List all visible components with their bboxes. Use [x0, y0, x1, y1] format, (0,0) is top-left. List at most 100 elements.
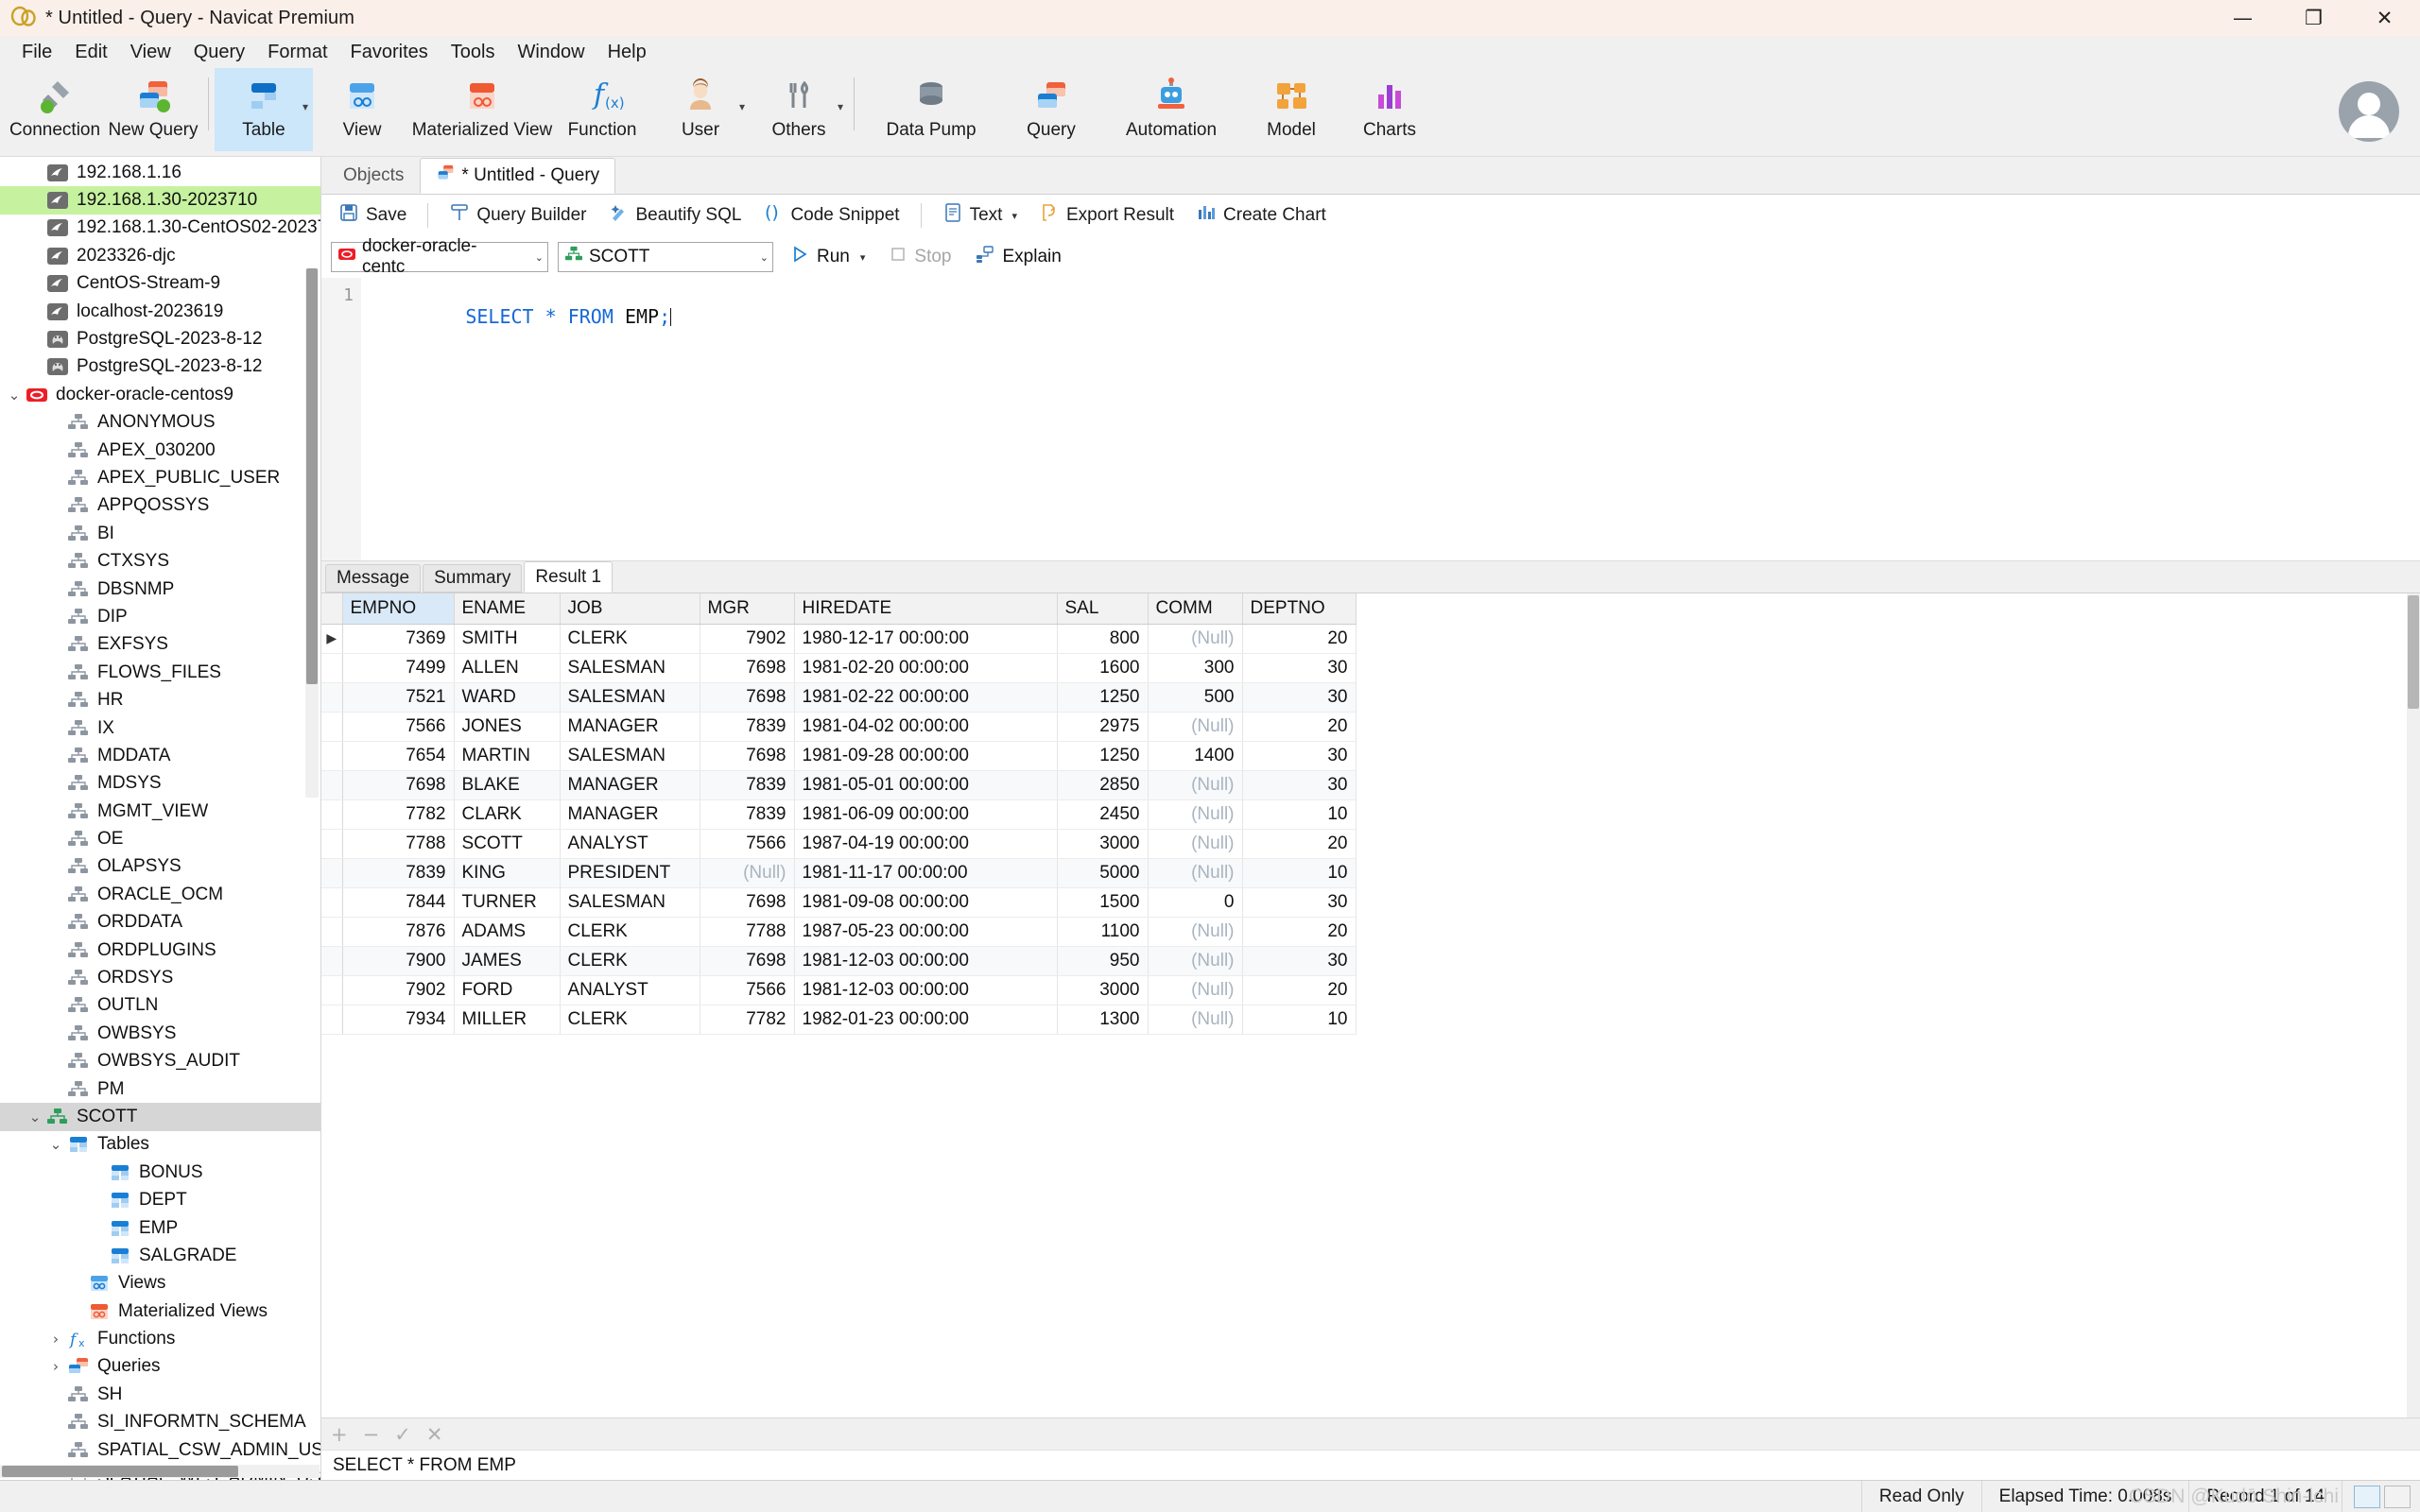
cell-deptno[interactable]: 20	[1242, 917, 1357, 947]
tab-message[interactable]: Message	[325, 564, 422, 593]
chevron-down-icon[interactable]: ⌄	[25, 1108, 45, 1125]
tree-item-appqossys[interactable]: APPQOSSYS	[0, 492, 320, 520]
cell-hiredate[interactable]: 1981-02-20 00:00:00	[794, 653, 1058, 683]
table-row[interactable]: ▶ 7369 SMITH CLERK 7902 1980-12-17 00:00:00 80…	[321, 624, 1357, 654]
cell-comm[interactable]: (Null)	[1148, 975, 1243, 1005]
add-record-button[interactable]: +	[331, 1423, 348, 1446]
cell-empno[interactable]: 7698	[342, 770, 455, 800]
cell-deptno[interactable]: 10	[1242, 799, 1357, 830]
chevron-down-icon[interactable]: ▾	[739, 100, 745, 113]
create-chart-button[interactable]: Create Chart	[1186, 198, 1336, 232]
cell-mgr[interactable]: 7698	[700, 653, 795, 683]
grid-view-button[interactable]	[2354, 1485, 2380, 1508]
tree-item-salgrade[interactable]: SALGRADE	[0, 1242, 320, 1269]
menu-query[interactable]: Query	[183, 39, 255, 65]
cell-comm[interactable]: 300	[1148, 653, 1243, 683]
chevron-down-icon[interactable]: ⌄	[45, 1136, 66, 1153]
cell-empno[interactable]: 7900	[342, 946, 455, 976]
tree-item-emp[interactable]: EMP	[0, 1214, 320, 1242]
menu-edit[interactable]: Edit	[64, 39, 117, 65]
table-row[interactable]: 7698 BLAKE MANAGER 7839 1981-05-01 00:00:00 2…	[321, 770, 1357, 800]
cell-hiredate[interactable]: 1981-05-01 00:00:00	[794, 770, 1058, 800]
cell-mgr[interactable]: 7698	[700, 946, 795, 976]
cell-ename[interactable]: TURNER	[454, 887, 561, 918]
tree-item-owbsys-audit[interactable]: OWBSYS_AUDIT	[0, 1048, 320, 1075]
tree-item-materialized-views[interactable]: Materialized Views	[0, 1297, 320, 1325]
cell-deptno[interactable]: 20	[1242, 712, 1357, 742]
sidebar-hscroll-thumb[interactable]	[2, 1466, 238, 1477]
chevron-down-icon[interactable]: ▾	[860, 251, 866, 264]
delete-record-button[interactable]: −	[363, 1423, 380, 1446]
cell-hiredate[interactable]: 1981-04-02 00:00:00	[794, 712, 1058, 742]
toolbar-connection[interactable]: Connection	[6, 68, 104, 151]
cell-ename[interactable]: SCOTT	[454, 829, 561, 859]
tree-item-postgresql-2023-8-12[interactable]: PostgreSQL-2023-8-12	[0, 325, 320, 352]
tree-item-bonus[interactable]: BONUS	[0, 1159, 320, 1186]
tree-item-outln[interactable]: OUTLN	[0, 992, 320, 1020]
tree-item-dbsnmp[interactable]: DBSNMP	[0, 576, 320, 603]
column-header-mgr[interactable]: MGR	[700, 593, 795, 625]
cell-deptno[interactable]: 30	[1242, 770, 1357, 800]
chevron-down-icon[interactable]: ⌄	[751, 251, 769, 264]
tree-item-localhost-2023619[interactable]: localhost-2023619	[0, 298, 320, 325]
export-result-button[interactable]: Export Result	[1029, 198, 1184, 232]
table-row[interactable]: 7934 MILLER CLERK 7782 1982-01-23 00:00:00 13…	[321, 1005, 1357, 1035]
tree-item-tables[interactable]: ⌄ Tables	[0, 1131, 320, 1159]
cell-deptno[interactable]: 10	[1242, 858, 1357, 888]
table-row[interactable]: 7782 CLARK MANAGER 7839 1981-06-09 00:00:00 2…	[321, 799, 1357, 830]
column-header-comm[interactable]: COMM	[1148, 593, 1243, 625]
column-header-hiredate[interactable]: HIREDATE	[794, 593, 1058, 625]
toolbar-function[interactable]: f (x) Function	[553, 68, 651, 151]
tree-item-si-informtn-schema[interactable]: SI_INFORMTN_SCHEMA	[0, 1409, 320, 1436]
cell-comm[interactable]: (Null)	[1148, 712, 1243, 742]
close-button[interactable]: ✕	[2349, 0, 2420, 36]
tree-item-spatial-csw-admin-usr[interactable]: SPATIAL_CSW_ADMIN_USR	[0, 1436, 320, 1464]
cell-sal[interactable]: 5000	[1057, 858, 1149, 888]
tree-item-sh[interactable]: SH	[0, 1381, 320, 1408]
column-header-empno[interactable]: EMPNO	[342, 593, 455, 625]
explain-button[interactable]: Explain	[968, 242, 1068, 272]
menu-view[interactable]: View	[120, 39, 182, 65]
form-view-button[interactable]	[2384, 1485, 2411, 1508]
cell-ename[interactable]: CLARK	[454, 799, 561, 830]
tree-item-oracle-ocm[interactable]: ORACLE_OCM	[0, 881, 320, 908]
tree-item-queries[interactable]: › Queries	[0, 1353, 320, 1381]
tree-item-mdsys[interactable]: MDSYS	[0, 770, 320, 798]
toolbar-materialized-view[interactable]: Materialized View	[411, 68, 553, 151]
tree-item-scott[interactable]: ⌄ SCOTT	[0, 1103, 320, 1131]
cell-job[interactable]: CLERK	[560, 946, 700, 976]
cell-hiredate[interactable]: 1980-12-17 00:00:00	[794, 624, 1058, 654]
cell-hiredate[interactable]: 1981-09-28 00:00:00	[794, 741, 1058, 771]
cell-job[interactable]: SALESMAN	[560, 682, 700, 713]
cell-empno[interactable]: 7844	[342, 887, 455, 918]
sidebar-scroll-thumb[interactable]	[306, 268, 318, 684]
tree-item-anonymous[interactable]: ANONYMOUS	[0, 409, 320, 437]
cell-sal[interactable]: 800	[1057, 624, 1149, 654]
sidebar-horizontal-scrollbar[interactable]	[0, 1465, 320, 1478]
cell-ename[interactable]: MARTIN	[454, 741, 561, 771]
cell-mgr[interactable]: 7698	[700, 741, 795, 771]
chevron-down-icon[interactable]: ▾	[302, 100, 308, 113]
cell-empno[interactable]: 7566	[342, 712, 455, 742]
cell-mgr[interactable]: 7566	[700, 975, 795, 1005]
stop-button[interactable]: Stop	[882, 243, 959, 271]
query-builder-button[interactable]: Query Builder	[440, 198, 596, 232]
cell-job[interactable]: SALESMAN	[560, 741, 700, 771]
table-row[interactable]: 7902 FORD ANALYST 7566 1981-12-03 00:00:00 30…	[321, 975, 1357, 1005]
cell-ename[interactable]: FORD	[454, 975, 561, 1005]
tree-item-exfsys[interactable]: EXFSYS	[0, 631, 320, 659]
apply-changes-button[interactable]: ✓	[394, 1423, 411, 1446]
cell-sal[interactable]: 1250	[1057, 741, 1149, 771]
toolbar-automation[interactable]: Automation	[1100, 68, 1242, 151]
schema-select[interactable]: SCOTT ⌄	[558, 242, 773, 272]
toolbar-user[interactable]: User ▾	[651, 68, 750, 151]
toolbar-query[interactable]: Query	[1002, 68, 1100, 151]
cell-empno[interactable]: 7839	[342, 858, 455, 888]
tree-item-bi[interactable]: BI	[0, 520, 320, 547]
menu-format[interactable]: Format	[257, 39, 337, 65]
cell-comm[interactable]: 500	[1148, 682, 1243, 713]
cell-comm[interactable]: 1400	[1148, 741, 1243, 771]
tree-item-apex-030200[interactable]: APEX_030200	[0, 437, 320, 464]
tree-item-apex-public-user[interactable]: APEX_PUBLIC_USER	[0, 464, 320, 491]
cell-hiredate[interactable]: 1981-06-09 00:00:00	[794, 799, 1058, 830]
